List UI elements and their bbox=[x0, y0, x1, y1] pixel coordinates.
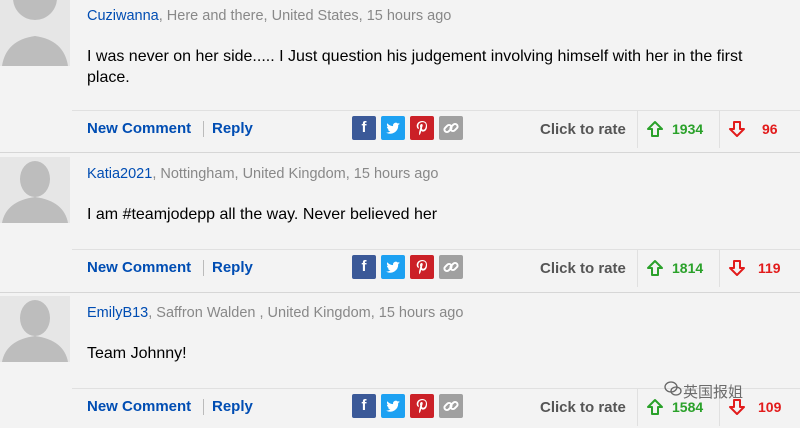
comment-text: I was never on her side..... I Just ques… bbox=[87, 48, 743, 86]
new-comment-button[interactable]: New Comment bbox=[87, 120, 191, 137]
upvote-button[interactable]: 1934 bbox=[638, 110, 719, 148]
facebook-icon[interactable]: f bbox=[352, 116, 376, 140]
arrow-up-icon bbox=[647, 399, 663, 415]
arrow-down-icon bbox=[729, 260, 745, 276]
comment-item: Cuziwanna, Here and there, United States… bbox=[0, 0, 800, 152]
reply-button[interactable]: Reply bbox=[212, 398, 253, 415]
downvote-count: 96 bbox=[762, 121, 778, 137]
facebook-icon[interactable]: f bbox=[352, 255, 376, 279]
pinterest-icon[interactable] bbox=[410, 255, 434, 279]
avatar bbox=[0, 0, 70, 66]
downvote-count: 119 bbox=[758, 260, 781, 276]
click-to-rate-label: Click to rate bbox=[540, 399, 626, 416]
comment-meta: Katia2021, Nottingham, United Kingdom, 1… bbox=[87, 166, 438, 182]
twitter-icon[interactable] bbox=[381, 116, 405, 140]
comment-action-bar: New Comment Reply f Click to rate 1934 9… bbox=[72, 110, 800, 148]
facebook-icon[interactable]: f bbox=[352, 394, 376, 418]
downvote-button[interactable]: 119 bbox=[720, 249, 800, 287]
new-comment-button[interactable]: New Comment bbox=[87, 259, 191, 276]
divider bbox=[203, 399, 204, 415]
avatar bbox=[0, 157, 70, 223]
location-time: , Nottingham, United Kingdom, 15 hours a… bbox=[152, 166, 439, 182]
username-link[interactable]: Cuziwanna bbox=[87, 8, 159, 24]
downvote-count: 109 bbox=[758, 399, 782, 415]
upvote-button[interactable]: 1814 bbox=[638, 249, 719, 287]
comment-action-bar: New Comment Reply f Click to rate 1814 1… bbox=[72, 249, 800, 287]
pinterest-icon[interactable] bbox=[410, 394, 434, 418]
click-to-rate-label: Click to rate bbox=[540, 121, 626, 138]
click-to-rate-label: Click to rate bbox=[540, 260, 626, 277]
twitter-icon[interactable] bbox=[381, 394, 405, 418]
arrow-up-icon bbox=[647, 260, 663, 276]
new-comment-button[interactable]: New Comment bbox=[87, 398, 191, 415]
pinterest-icon[interactable] bbox=[410, 116, 434, 140]
comment-text: I am #teamjodepp all the way. Never beli… bbox=[87, 206, 438, 223]
reply-button[interactable]: Reply bbox=[212, 120, 253, 137]
username-link[interactable]: Katia2021 bbox=[87, 166, 152, 182]
comment-item: EmilyB13, Saffron Walden , United Kingdo… bbox=[0, 293, 800, 428]
divider bbox=[203, 260, 204, 276]
watermark: 英国报姐 bbox=[683, 384, 744, 401]
divider bbox=[203, 121, 204, 137]
upvote-count: 1934 bbox=[672, 121, 704, 137]
upvote-count: 1814 bbox=[672, 260, 704, 276]
arrow-up-icon bbox=[647, 121, 663, 137]
location-time: , Saffron Walden , United Kingdom, 15 ho… bbox=[148, 305, 464, 321]
downvote-button[interactable]: 96 bbox=[720, 110, 800, 148]
comment-text: Team Johnny! bbox=[87, 345, 187, 362]
link-icon[interactable] bbox=[439, 116, 463, 140]
link-icon[interactable] bbox=[439, 394, 463, 418]
reply-button[interactable]: Reply bbox=[212, 259, 253, 276]
comment-meta: EmilyB13, Saffron Walden , United Kingdo… bbox=[87, 305, 463, 321]
comment-meta: Cuziwanna, Here and there, United States… bbox=[87, 8, 451, 24]
twitter-icon[interactable] bbox=[381, 255, 405, 279]
wechat-icon bbox=[664, 381, 682, 396]
link-icon[interactable] bbox=[439, 255, 463, 279]
username-link[interactable]: EmilyB13 bbox=[87, 305, 148, 321]
comment-item: Katia2021, Nottingham, United Kingdom, 1… bbox=[0, 153, 800, 292]
location-time: , Here and there, United States, 15 hour… bbox=[158, 8, 452, 24]
arrow-down-icon bbox=[729, 121, 745, 137]
avatar bbox=[0, 296, 70, 362]
